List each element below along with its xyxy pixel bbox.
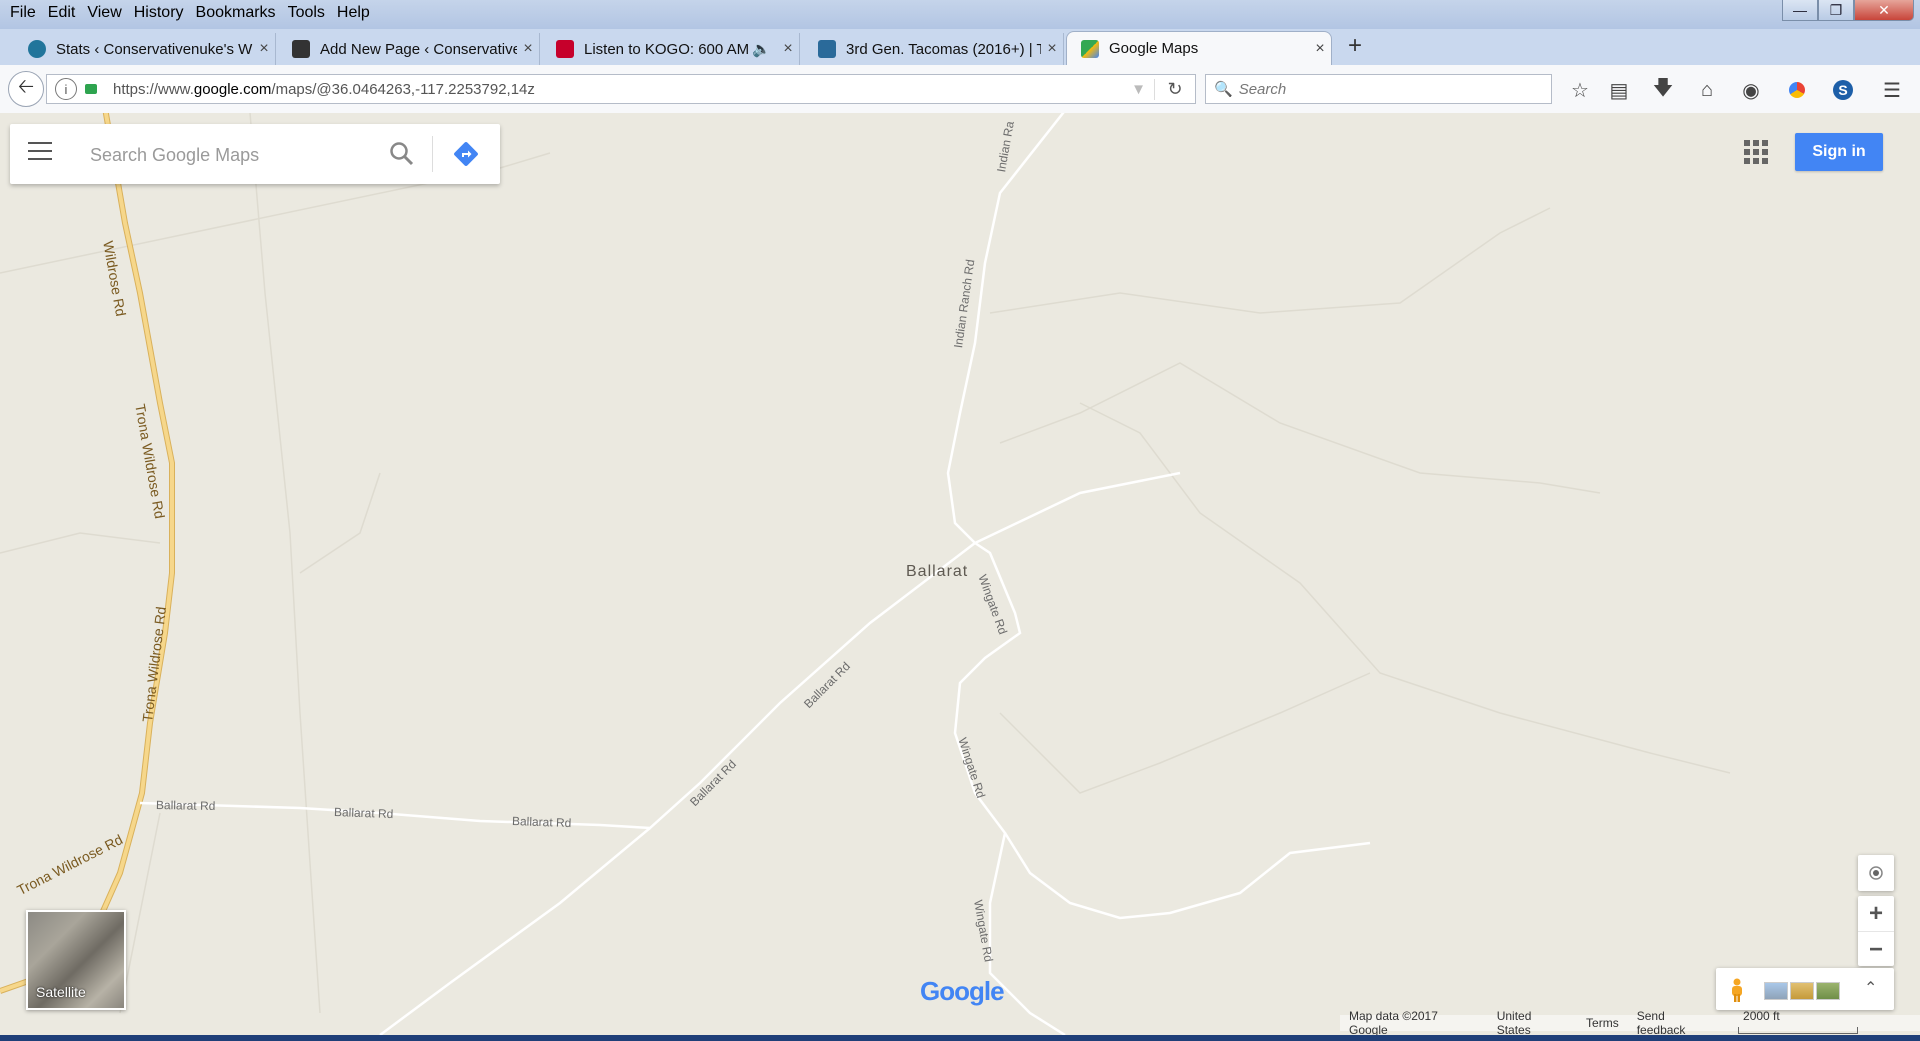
- pocket-icon[interactable]: ◉: [1739, 78, 1763, 102]
- close-tab-icon[interactable]: ×: [1309, 40, 1331, 58]
- imagery-bar: ⌃: [1716, 968, 1894, 1010]
- map-canvas[interactable]: Indian Ra Indian Ranch Rd Wildrose Rd Tr…: [0, 113, 1920, 1035]
- download-icon[interactable]: 🡇: [1651, 77, 1675, 102]
- sign-in-button[interactable]: Sign in: [1795, 133, 1883, 171]
- new-tab-button[interactable]: +: [1343, 32, 1367, 60]
- menu-history[interactable]: History: [128, 0, 190, 26]
- tab-google-maps[interactable]: Google Maps ×: [1066, 31, 1332, 65]
- tab-label: Add New Page ‹ Conservative: [320, 40, 517, 58]
- send-feedback-link[interactable]: Send feedback: [1628, 1009, 1725, 1037]
- satellite-label: Satellite: [36, 984, 86, 1000]
- close-tab-icon[interactable]: ×: [517, 40, 539, 58]
- expand-icon[interactable]: ⌃: [1864, 978, 1877, 998]
- iheart-icon: [556, 40, 574, 58]
- my-location-icon: [1869, 866, 1883, 880]
- imagery-thumbnail[interactable]: [1816, 982, 1840, 1000]
- menu-icon[interactable]: ☰: [1880, 78, 1904, 102]
- speaker-icon[interactable]: 🔈: [752, 40, 771, 58]
- tab-label: Listen to KOGO: 600 AM: [584, 40, 750, 58]
- tab-label: Stats ‹ Conservativenuke's W: [56, 40, 253, 58]
- restore-icon[interactable]: ❐: [1818, 0, 1854, 21]
- search-input[interactable]: [88, 138, 382, 172]
- apps-grid-icon[interactable]: [1744, 140, 1768, 164]
- close-tab-icon[interactable]: ×: [1041, 40, 1063, 58]
- zoom-out-button[interactable]: −: [1858, 932, 1894, 967]
- url-text: https://www.google.com/maps/@36.0464263,…: [113, 80, 535, 98]
- google-logo: Google: [920, 976, 1005, 1006]
- close-icon[interactable]: ✕: [1854, 0, 1914, 21]
- close-tab-icon[interactable]: ×: [253, 40, 275, 58]
- address-bar[interactable]: i https://www.google.com/maps/@36.046426…: [46, 74, 1196, 104]
- browser-search-box[interactable]: 🔍 Search: [1205, 74, 1552, 104]
- menu-edit[interactable]: Edit: [42, 0, 82, 26]
- pegman-icon[interactable]: [1730, 978, 1744, 1002]
- directions-icon[interactable]: [452, 140, 480, 168]
- imagery-thumbnail[interactable]: [1790, 982, 1814, 1000]
- browser-search-placeholder: Search: [1238, 80, 1287, 98]
- hamburger-menu-icon[interactable]: [28, 142, 52, 166]
- forum-icon: [818, 40, 836, 58]
- taskbar: [0, 1035, 1920, 1041]
- road-label: Ballarat Rd: [333, 805, 394, 822]
- home-icon[interactable]: ⌂: [1695, 78, 1719, 102]
- tab-stats[interactable]: Stats ‹ Conservativenuke's W ×: [0, 33, 276, 65]
- place-label[interactable]: Ballarat: [906, 563, 968, 581]
- reading-list-icon[interactable]: ▤: [1607, 78, 1631, 102]
- extension-icon[interactable]: [1785, 78, 1809, 102]
- dropdown-arrow-icon[interactable]: ▼: [1131, 81, 1146, 98]
- scale-indicator[interactable]: 2000 ft: [1725, 1009, 1920, 1037]
- my-location-button[interactable]: [1858, 855, 1894, 891]
- tab-label: 3rd Gen. Tacomas (2016+) | T: [846, 40, 1041, 58]
- imagery-thumbnail[interactable]: [1764, 982, 1788, 1000]
- tab-kogo[interactable]: Listen to KOGO: 600 AM 🔈 ×: [540, 33, 800, 65]
- window-controls: — ❐ ✕: [1782, 0, 1914, 21]
- reload-icon[interactable]: ↻: [1154, 78, 1195, 100]
- satellite-toggle[interactable]: Satellite: [26, 910, 126, 1010]
- info-icon[interactable]: i: [55, 78, 77, 100]
- road-label: Ballarat Rd: [155, 798, 216, 814]
- zoom-control: + −: [1858, 896, 1894, 966]
- menu-help[interactable]: Help: [331, 0, 376, 26]
- navigation-bar: 🡠 i https://www.google.com/maps/@36.0464…: [0, 65, 1920, 114]
- region-link[interactable]: United States: [1488, 1009, 1577, 1037]
- menu-tools[interactable]: Tools: [282, 0, 331, 26]
- minimize-icon[interactable]: —: [1782, 0, 1818, 21]
- attribution-bar: Map data ©2017 Google United States Term…: [1340, 1009, 1920, 1037]
- tab-tacomas[interactable]: 3rd Gen. Tacomas (2016+) | T ×: [800, 33, 1064, 65]
- map-data-text: Map data ©2017 Google: [1349, 1009, 1438, 1037]
- google-maps-icon: [1081, 39, 1099, 58]
- divider: [432, 136, 433, 172]
- search-icon[interactable]: [388, 140, 416, 168]
- close-tab-icon[interactable]: ×: [777, 40, 799, 58]
- tab-label: Google Maps: [1109, 40, 1199, 57]
- road-label: Ballarat Rd: [511, 814, 572, 831]
- menu-file[interactable]: File: [4, 0, 42, 26]
- wordpress-icon: [28, 40, 46, 58]
- back-button[interactable]: 🡠: [8, 71, 44, 107]
- skype-icon[interactable]: S: [1831, 78, 1855, 102]
- tab-strip: Stats ‹ Conservativenuke's W × Add New P…: [0, 29, 1920, 65]
- menu-view[interactable]: View: [81, 0, 127, 26]
- terms-link[interactable]: Terms: [1577, 1016, 1628, 1030]
- zoom-in-button[interactable]: +: [1858, 896, 1894, 931]
- menu-bookmarks[interactable]: Bookmarks: [190, 0, 282, 26]
- menu-bar: File Edit View History Bookmarks Tools H…: [0, 0, 376, 26]
- search-engine-icon[interactable]: 🔍: [1214, 80, 1233, 98]
- bookmark-star-icon[interactable]: ☆: [1568, 78, 1592, 102]
- tab-add-new-page[interactable]: Add New Page ‹ Conservative ×: [276, 33, 540, 65]
- site-icon: [292, 40, 310, 58]
- lock-icon: [85, 84, 97, 94]
- search-card: [10, 124, 500, 184]
